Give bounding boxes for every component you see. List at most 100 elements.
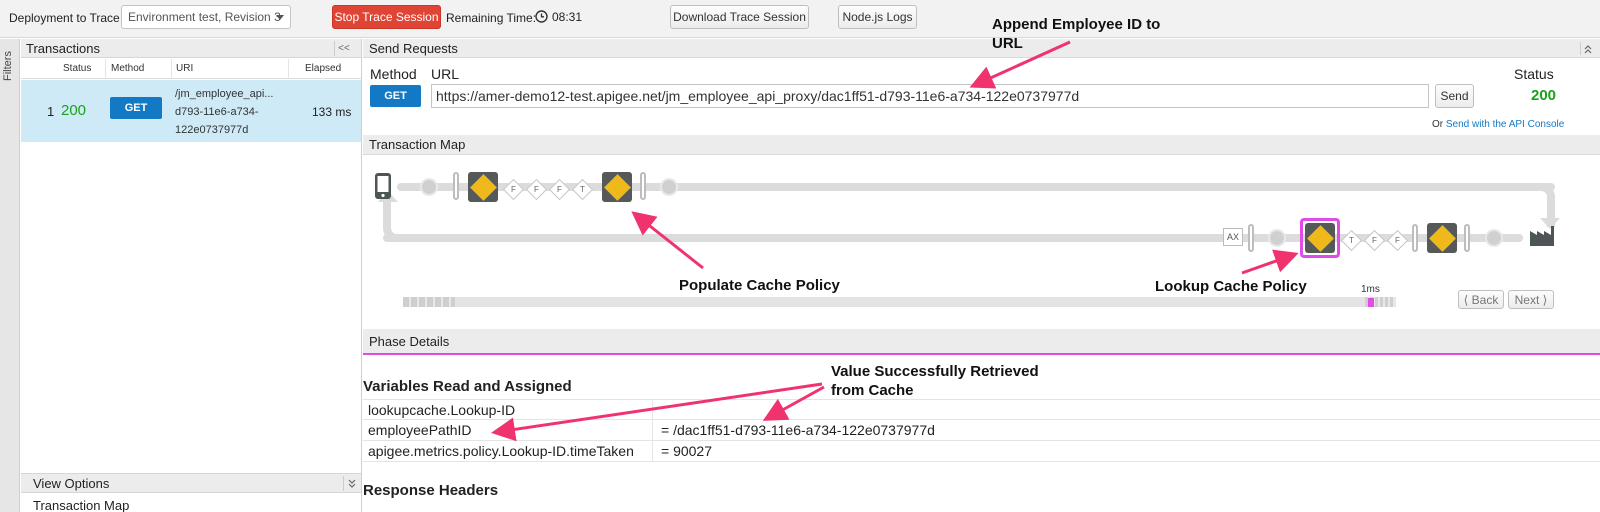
timeline-marker[interactable] [1368,298,1374,307]
back-label: Back [1471,292,1499,307]
variable-name: employeePathID [368,422,472,438]
flow-node[interactable] [1485,229,1503,247]
table-row: apigee.metrics.policy.Lookup-ID.timeTake… [363,441,1600,462]
column-divider [652,399,653,462]
flow-flag-label: F [1372,236,1377,245]
view-option-transaction-map[interactable]: Transaction Map [33,498,129,512]
flow-separator [1464,224,1470,252]
row-method-badge: GET [110,97,162,119]
factory-icon[interactable] [1529,225,1555,247]
deployment-select-value: Environment test, Revision 3 [128,10,281,24]
api-console-prefix: Or [1432,119,1444,130]
view-options-panel: View Options Transaction Map [21,473,362,512]
collapse-left-icon[interactable]: << [334,41,353,56]
column-uri[interactable]: URI [176,63,193,74]
url-input[interactable]: https://amer-demo12-test.apigee.net/jm_e… [431,84,1429,108]
annotation-line: URL [992,35,1023,52]
deployment-label: Deployment to Trace [9,11,120,25]
annotation-lookup-cache: Lookup Cache Policy [1155,278,1307,295]
send-requests-header: Send Requests [363,39,1600,58]
table-row[interactable]: 1 200 GET /jm_employee_api... d793-11e6-… [21,80,361,142]
api-console-text: Or Send with the API Console [1432,119,1564,130]
row-uri-line: 122e0737977d [175,124,249,136]
top-toolbar: Deployment to Trace Environment test, Re… [0,0,1600,38]
row-index: 1 [47,104,55,119]
variable-name: lookupcache.Lookup-ID [368,402,516,418]
response-headers-heading: Response Headers [363,482,499,499]
timeline-bar[interactable] [403,297,1396,307]
table-row: lookupcache.Lookup-ID [363,399,1600,420]
send-button[interactable]: Send [1435,84,1474,108]
flow-node[interactable] [660,178,678,196]
flow-flag-label: F [534,185,539,194]
filters-strip[interactable]: Filters [0,39,20,512]
next-label: Next [1514,292,1540,307]
expand-down-icon[interactable] [343,476,359,491]
variable-value: = /dac1ff51-d793-11e6-a734-122e0737977d [661,422,935,438]
table-row: employeePathID = /dac1ff51-d793-11e6-a73… [363,420,1600,441]
lookup-cache-policy-icon[interactable] [1305,223,1335,253]
stop-trace-button[interactable]: Stop Trace Session [332,5,441,29]
status-label: Status [1514,66,1554,82]
annotation-populate-cache: Populate Cache Policy [679,277,840,294]
filters-label: Filters [2,51,14,81]
flow-separator [640,172,646,200]
transactions-panel: Transactions << Status Method URI Elapse… [21,39,362,473]
flow-node[interactable] [1268,229,1286,247]
variables-table: lookupcache.Lookup-ID employeePathID = /… [363,399,1600,462]
flow-flag-label: F [1395,236,1400,245]
download-trace-button[interactable]: Download Trace Session [670,5,809,29]
column-method[interactable]: Method [111,63,144,74]
flow-flag-label: T [1349,236,1354,245]
remaining-time-label: Remaining Time: [446,11,537,25]
method-get-button[interactable]: GET [370,85,421,107]
next-button[interactable]: Next ⟩ [1508,290,1554,309]
ax-node[interactable]: AX [1223,228,1243,246]
column-divider [171,59,172,79]
lookup-cache-highlight[interactable] [1300,218,1340,258]
phase-details-title: Phase Details [369,333,450,349]
view-options-title: View Options [33,475,110,491]
annotation-value-retrieved: Value Successfully Retrieved from Cache [831,362,1039,400]
column-status[interactable]: Status [63,63,91,74]
method-label: Method [370,66,417,82]
flow-flag-label: F [557,185,562,194]
timeline-ticks [403,297,455,307]
populate-cache-policy-icon[interactable] [602,172,632,202]
view-options-header[interactable]: View Options [21,474,361,493]
flow-separator [453,172,459,200]
flow-flag-label: F [511,185,516,194]
column-elapsed[interactable]: Elapsed [305,63,341,74]
variable-value: = 90027 [661,443,712,459]
response-flow-turn [383,199,401,242]
policy-icon[interactable] [1427,223,1457,253]
phone-icon[interactable] [374,172,392,200]
transaction-map-header: Transaction Map [363,135,1600,155]
flow-node[interactable] [420,178,438,196]
status-value: 200 [1531,87,1557,104]
remaining-time-value: 08:31 [552,10,583,24]
request-flow-track [397,183,1555,191]
annotation-line: from Cache [831,382,914,399]
nodejs-logs-button[interactable]: Node.js Logs [838,5,917,29]
policy-icon[interactable] [468,172,498,202]
arrow-right-icon: ⟩ [1539,292,1548,307]
back-button[interactable]: ⟨ Back [1458,290,1504,309]
row-uri-line: /jm_employee_api... [175,88,274,100]
column-divider [288,59,289,79]
flow-separator [1412,224,1418,252]
transactions-column-headers: Status Method URI Elapsed [21,59,361,79]
annotation-append-employee-id: Append Employee ID to URL [992,15,1160,53]
annotation-line: Value Successfully Retrieved [831,363,1039,380]
url-label: URL [431,66,460,82]
flow-separator [1248,224,1254,252]
phase-details-header: Phase Details [363,329,1600,355]
deployment-select[interactable]: Environment test, Revision 3 [121,5,291,29]
chevron-down-icon [276,15,284,20]
transactions-title: Transactions [26,40,100,56]
api-console-link[interactable]: Send with the API Console [1446,119,1564,130]
collapse-up-icon[interactable] [1580,42,1594,55]
send-requests-title: Send Requests [369,40,458,56]
row-status: 200 [61,102,87,119]
row-uri-line: d793-11e6-a734- [175,106,259,118]
